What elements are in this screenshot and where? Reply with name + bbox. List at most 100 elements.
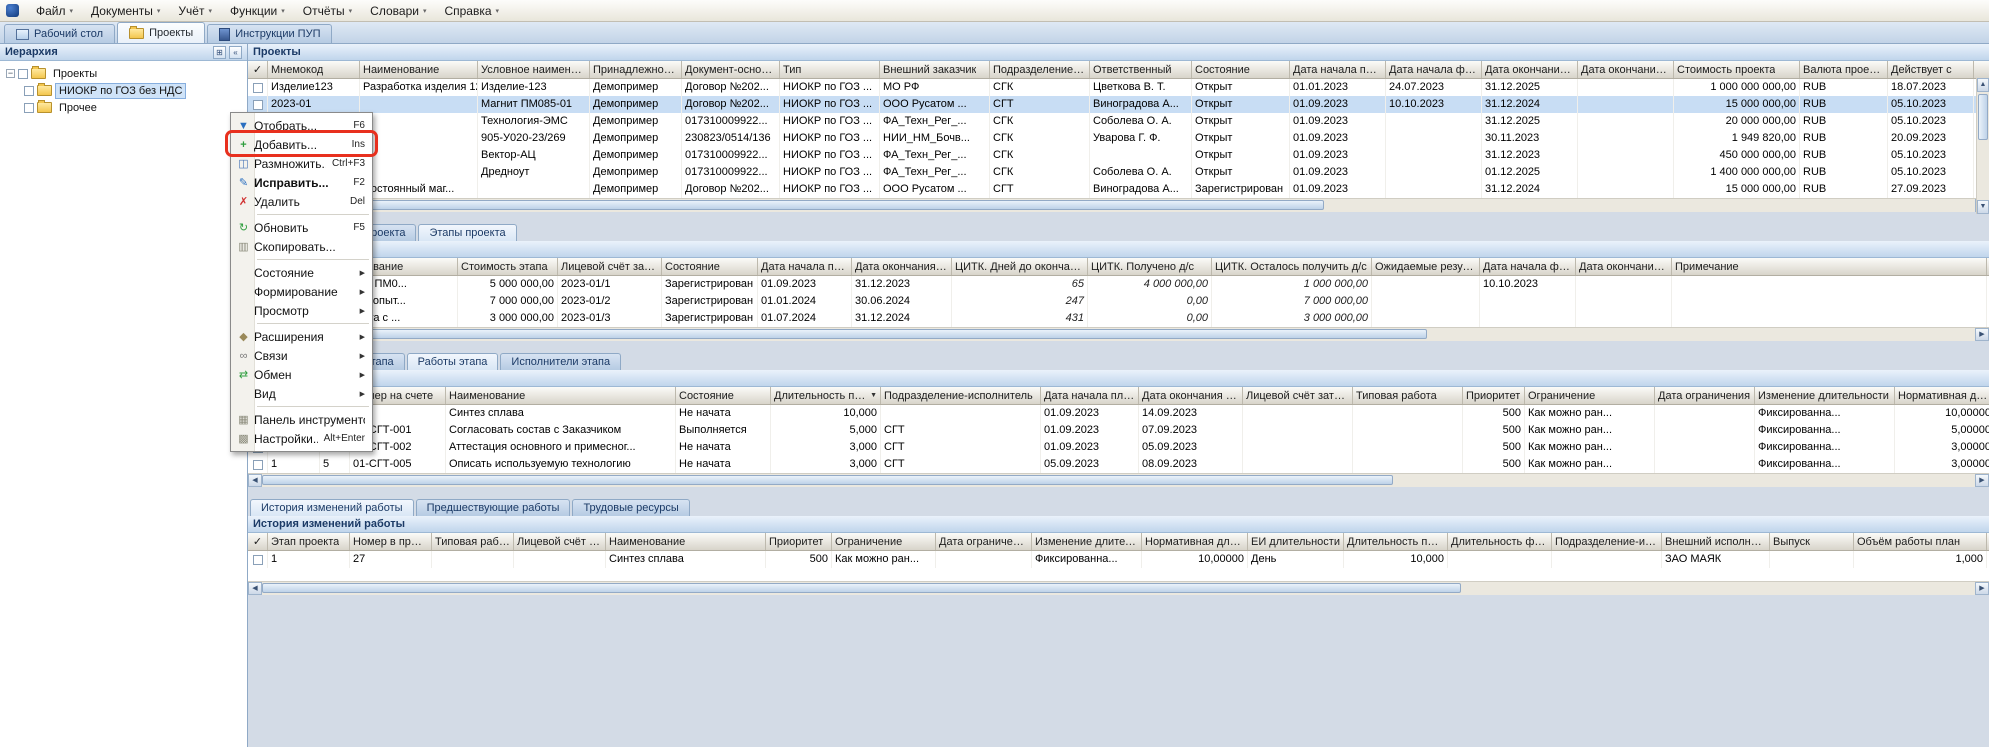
- work-history-column-header[interactable]: Ограничение: [832, 533, 936, 550]
- menubar-item-functions[interactable]: Функции▾: [221, 0, 294, 21]
- work-history-tab-work-change-history[interactable]: История изменений работы: [250, 499, 414, 516]
- works-row[interactable]: 1201-СГТ-002Аттестация основного и приме…: [248, 439, 1989, 456]
- context-menu-item-formation[interactable]: Формирование▶: [231, 282, 372, 301]
- scroll-right-button[interactable]: ▶: [1975, 328, 1989, 341]
- scroll-thumb[interactable]: [262, 329, 1427, 339]
- menubar-item-dictionaries[interactable]: Словари▾: [361, 0, 435, 21]
- projects-column-header[interactable]: Состояние: [1192, 61, 1290, 78]
- context-menu-item-filter[interactable]: ▼Отобрать...F6: [231, 116, 372, 135]
- context-menu-item-appearance[interactable]: Вид▶: [231, 384, 372, 403]
- dock-icon[interactable]: ⊞: [213, 46, 226, 59]
- projects-column-header[interactable]: ✓: [248, 61, 268, 78]
- scroll-thumb[interactable]: [1978, 94, 1988, 140]
- scroll-down-button[interactable]: ▼: [1977, 200, 1989, 214]
- works-column-header[interactable]: Подразделение-исполнитель: [881, 387, 1041, 404]
- horizontal-scrollbar-track[interactable]: [262, 199, 1975, 212]
- horizontal-scrollbar[interactable]: ◀▶: [248, 198, 1989, 212]
- tree-item[interactable]: Прочее: [2, 99, 245, 116]
- scroll-right-button[interactable]: ▶: [1975, 582, 1989, 595]
- projects-row[interactable]: Изделие123Разработка изделия 123Изделие-…: [248, 79, 1989, 96]
- context-menu-item-links[interactable]: ∞Связи▶: [231, 346, 372, 365]
- works-column-header[interactable]: Состояние: [676, 387, 771, 404]
- works-column-header[interactable]: Ограничение: [1525, 387, 1655, 404]
- row-checkbox[interactable]: [253, 83, 263, 93]
- stages-row[interactable]: 1й партии ПМ0...5 000 000,002023-01/1Зар…: [248, 276, 1989, 293]
- tree-checkbox[interactable]: [24, 86, 34, 96]
- context-menu-item-settings[interactable]: ▩Настройки...Alt+Enter: [231, 429, 372, 448]
- projects-column-header[interactable]: Мнемокод: [268, 61, 360, 78]
- projects-column-header[interactable]: Тип: [780, 61, 880, 78]
- work-history-column-header[interactable]: Наименование: [606, 533, 766, 550]
- menubar-item-help[interactable]: Справка▾: [435, 0, 508, 21]
- context-menu-item-copy[interactable]: ▥Скопировать...: [231, 237, 372, 256]
- context-menu-item-exchange[interactable]: ⇄Обмен▶: [231, 365, 372, 384]
- work-history-column-header[interactable]: Выпуск: [1770, 533, 1854, 550]
- splitter[interactable]: [248, 341, 1989, 351]
- projects-row[interactable]: 2023-01Магнит ПМ085-01ДемопримерДоговор …: [248, 96, 1989, 113]
- menubar-item-accounting[interactable]: Учёт▾: [169, 0, 221, 21]
- work-history-column-header[interactable]: Дата ограничения: [936, 533, 1032, 550]
- projects-column-header[interactable]: Внешний заказчик: [880, 61, 990, 78]
- works-column-header[interactable]: Дата ограничения: [1655, 387, 1755, 404]
- projects-column-header[interactable]: Условное наименование: [478, 61, 590, 78]
- scroll-right-button[interactable]: ▶: [1975, 474, 1989, 487]
- projects-column-header[interactable]: Дата начала факт: [1386, 61, 1482, 78]
- stages-column-header[interactable]: Лицевой счёт затрат: [558, 258, 662, 275]
- work-history-column-header[interactable]: Этап проекта: [268, 533, 350, 550]
- horizontal-scrollbar[interactable]: ◀▶: [248, 581, 1989, 595]
- stages-column-header[interactable]: Стоимость этапа: [458, 258, 558, 275]
- context-menu-item-preview[interactable]: Просмотр▶: [231, 301, 372, 320]
- stages-row[interactable]: 1еденной опыт...7 000 000,002023-01/2Зар…: [248, 293, 1989, 310]
- row-checkbox[interactable]: [253, 460, 263, 470]
- work-history-row[interactable]: 127Синтез сплава500Как можно ран...Фикси…: [248, 551, 1989, 568]
- document-tab-projects[interactable]: Проекты: [117, 22, 205, 43]
- context-menu-item-toolbar[interactable]: ▦Панель инструментов: [231, 410, 372, 429]
- collapse-panel-icon[interactable]: «: [229, 46, 242, 59]
- works-column-header[interactable]: Нормативная длительность: [1895, 387, 1989, 404]
- tree-item[interactable]: НИОКР по ГОЗ без НДС: [2, 82, 245, 99]
- projects-column-header[interactable]: Принадлежность: [590, 61, 682, 78]
- menubar-item-file[interactable]: Файл▾: [27, 0, 82, 21]
- projects-row[interactable]: 2023-02Технология-ЭМСДемопример017310009…: [248, 113, 1989, 130]
- stages-column-header[interactable]: Состояние: [662, 258, 758, 275]
- tree-checkbox[interactable]: [18, 69, 28, 79]
- stages-tab-project-stages[interactable]: Этапы проекта: [418, 224, 516, 241]
- work-history-column-header[interactable]: ✓: [248, 533, 268, 550]
- stages-column-header[interactable]: Дата окончания факт: [1576, 258, 1672, 275]
- context-menu-item-clone[interactable]: ◫Размножить...Ctrl+F3: [231, 154, 372, 173]
- work-history-column-header[interactable]: Номер в проекте: [350, 533, 432, 550]
- works-row[interactable]: 1501-СГТ-005Описать используемую техноло…: [248, 456, 1989, 473]
- projects-row[interactable]: 2023-04Вектор-АЦДемопример017310009922..…: [248, 147, 1989, 164]
- work-history-column-header[interactable]: Длительность план: [1344, 533, 1448, 550]
- work-history-column-header[interactable]: Нормативная длительность: [1142, 533, 1248, 550]
- projects-column-header[interactable]: Подразделение-ответственное: [990, 61, 1090, 78]
- projects-column-header[interactable]: Стоимость проекта: [1674, 61, 1800, 78]
- work-history-column-header[interactable]: Лицевой счёт затрат: [514, 533, 606, 550]
- works-column-header[interactable]: Длительность план▼: [771, 387, 881, 404]
- document-tab-desktop[interactable]: Рабочий стол: [4, 24, 115, 43]
- works-column-header[interactable]: Лицевой счёт затрат: [1243, 387, 1353, 404]
- context-menu-item-edit[interactable]: ✎Исправить...F2: [231, 173, 372, 192]
- document-tab-pup-instructions[interactable]: Инструкции ПУП: [207, 24, 332, 43]
- projects-row[interactable]: 2023-05ДредноутДемопример017310009922...…: [248, 164, 1989, 181]
- horizontal-scrollbar[interactable]: ◀▶: [248, 327, 1989, 341]
- work-history-column-header[interactable]: Внешний исполнитель: [1662, 533, 1770, 550]
- works-column-header[interactable]: Наименование: [446, 387, 676, 404]
- horizontal-scrollbar[interactable]: ◀▶: [248, 473, 1989, 487]
- scroll-left-button[interactable]: ◀: [248, 582, 262, 595]
- stages-column-header[interactable]: Примечание: [1672, 258, 1987, 275]
- collapse-expander-icon[interactable]: −: [6, 69, 15, 78]
- work-history-column-header[interactable]: Подразделение-исполнитель: [1552, 533, 1662, 550]
- horizontal-scrollbar-track[interactable]: [262, 474, 1975, 487]
- works-tab-stage-works[interactable]: Работы этапа: [407, 353, 499, 370]
- stages-column-header[interactable]: Дата окончания план: [852, 258, 952, 275]
- menubar-item-documents[interactable]: Документы▾: [82, 0, 169, 21]
- context-menu-item-delete[interactable]: ✗УдалитьDel: [231, 192, 372, 211]
- row-checkbox[interactable]: [253, 100, 263, 110]
- works-column-header[interactable]: Типовая работа: [1353, 387, 1463, 404]
- splitter[interactable]: [248, 212, 1989, 222]
- stages-column-header[interactable]: Дата начала план: [758, 258, 852, 275]
- context-menu-item-refresh[interactable]: ↻ОбновитьF5: [231, 218, 372, 237]
- projects-column-header[interactable]: Дата начала план: [1290, 61, 1386, 78]
- work-history-column-header[interactable]: Типовая работа: [432, 533, 514, 550]
